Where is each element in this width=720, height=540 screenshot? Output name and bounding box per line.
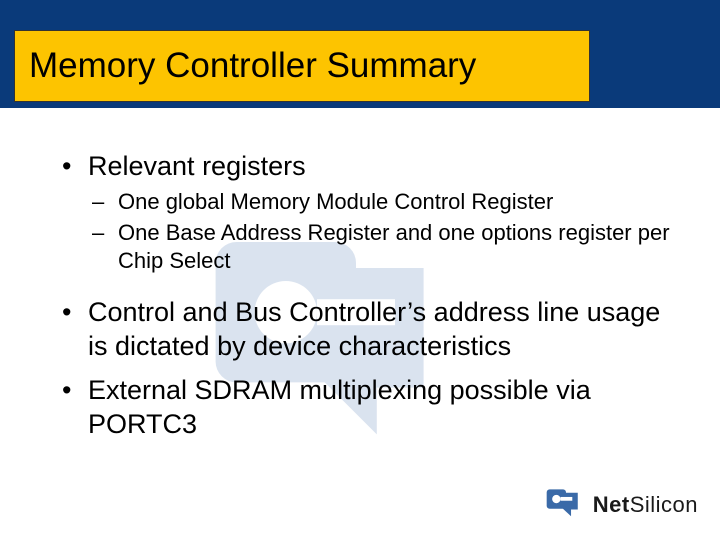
- slide-title: Memory Controller Summary: [29, 46, 476, 86]
- spacer: [62, 274, 680, 286]
- title-box: Memory Controller Summary: [14, 30, 590, 102]
- brand-bold: Net: [593, 492, 630, 517]
- bullet-text: Control and Bus Controller’s address lin…: [88, 297, 660, 361]
- bullet-text: Relevant registers: [88, 151, 306, 181]
- bullet-subitem: One Base Address Register and one option…: [92, 219, 680, 274]
- bullet-text: One global Memory Module Control Registe…: [118, 189, 553, 214]
- bullet-subitem: One global Memory Module Control Registe…: [92, 188, 680, 216]
- bullet-item: Control and Bus Controller’s address lin…: [62, 296, 680, 364]
- bullet-item: Relevant registers: [62, 150, 680, 184]
- footer-logo: NetSilicon: [545, 485, 698, 524]
- netsilicon-glyph-icon: [545, 485, 587, 524]
- brand-light: Silicon: [630, 492, 698, 517]
- content-area: Relevant registers One global Memory Mod…: [62, 140, 680, 441]
- brand-name: NetSilicon: [593, 492, 698, 518]
- slide: Memory Controller Summary Relevant regis…: [0, 0, 720, 540]
- bullet-item: External SDRAM multiplexing possible via…: [62, 374, 680, 442]
- bullet-text: One Base Address Register and one option…: [118, 220, 670, 273]
- bullet-text: External SDRAM multiplexing possible via…: [88, 375, 591, 439]
